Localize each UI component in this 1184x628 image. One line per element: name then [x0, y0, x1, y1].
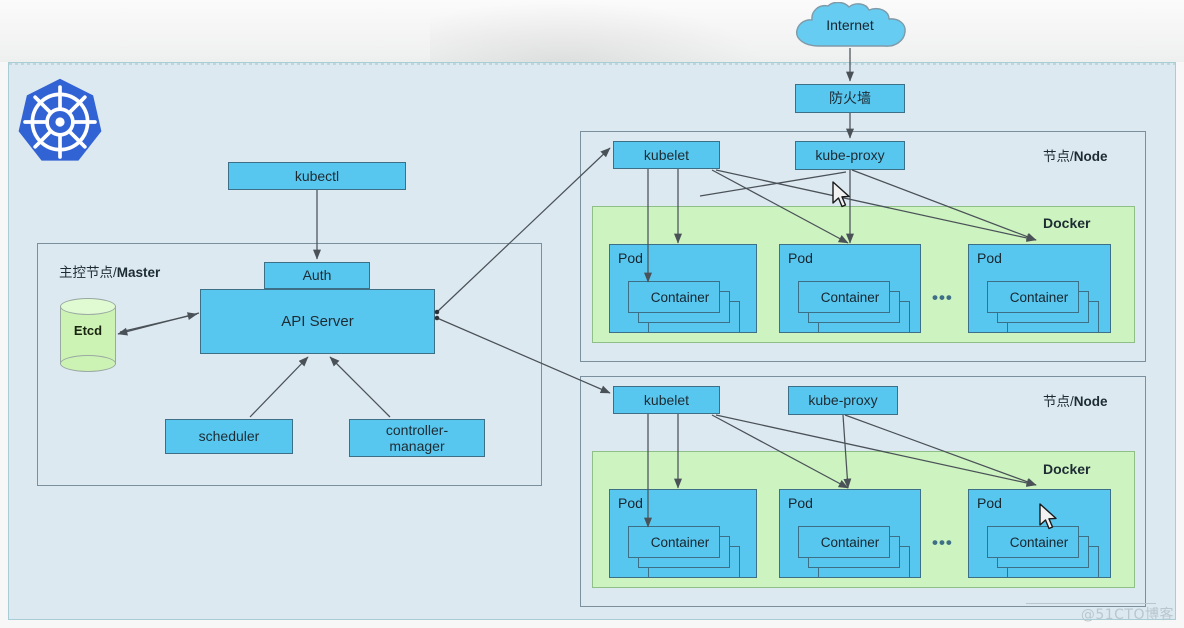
scheduler-label: scheduler — [198, 428, 260, 445]
node-1-kube-proxy-box: kube-proxy — [795, 141, 905, 170]
node-1-pod-2: Pod Container — [779, 244, 921, 333]
etcd-label: Etcd — [73, 323, 103, 338]
auth-label: Auth — [302, 267, 332, 284]
node-1-pod-3: Pod Container — [968, 244, 1111, 333]
etcd-cylinder: Etcd — [60, 298, 116, 372]
node-1-pod-2-container-label: Container — [820, 289, 880, 305]
panel-top-dashed-line — [9, 63, 1175, 65]
node-1-pod-2-container-stack: Container — [798, 281, 910, 333]
node-2-frame-label: 节点/Node — [1043, 390, 1108, 410]
node-2-pod-2-container-stack: Container — [798, 526, 910, 578]
node-1-pod-3-container-stack: Container — [987, 281, 1099, 333]
controller-manager-label-line1: controller- — [385, 421, 449, 438]
scheduler-box: scheduler — [165, 419, 293, 454]
node-2-kube-proxy-box: kube-proxy — [788, 386, 898, 415]
node-2-pod-1-container-label: Container — [650, 534, 710, 550]
node-1-pod-3-container-label: Container — [1009, 289, 1069, 305]
node-2-label-cn: 节点 — [1043, 394, 1070, 409]
node-1-pod-2-container-front: Container — [798, 281, 890, 313]
node-1-pod-1-container-label: Container — [650, 289, 710, 305]
node-2-kube-proxy-label: kube-proxy — [808, 392, 878, 409]
node-1-pod-2-label: Pod — [788, 250, 813, 266]
node-2-kubelet-box: kubelet — [613, 386, 720, 414]
internet-label: Internet — [826, 17, 874, 33]
firewall-label: 防火墙 — [829, 90, 871, 107]
node-1-pod-3-label: Pod — [977, 250, 1002, 266]
node-2-pod-2-label: Pod — [788, 495, 813, 511]
node-1-label-en: Node — [1073, 149, 1108, 164]
watermark-text: @51CTO博客 — [1080, 607, 1174, 623]
node-1-frame-label: 节点/Node — [1043, 145, 1108, 165]
node-2-pod-3-container-label: Container — [1009, 534, 1069, 550]
api-server-label: API Server — [281, 312, 354, 330]
kubectl-label: kubectl — [294, 167, 340, 184]
controller-manager-label-line2: manager — [389, 438, 445, 454]
mouse-cursor-2 — [1039, 503, 1057, 530]
node-1-pod-1-container-stack: Container — [628, 281, 740, 333]
node-2-pod-3-label: Pod — [977, 495, 1002, 511]
node-2-pods-ellipsis: ••• — [932, 533, 953, 552]
top-strip-smudge — [430, 0, 760, 62]
node-2-pod-1-container-front: Container — [628, 526, 720, 558]
node-2-kubelet-label: kubelet — [643, 391, 690, 408]
internet-cloud: Internet — [789, 2, 911, 50]
node-1-kubelet-box: kubelet — [613, 141, 720, 169]
api-server-box: API Server — [200, 289, 435, 354]
node-1-pod-1-container-front: Container — [628, 281, 720, 313]
firewall-box: 防火墙 — [795, 84, 905, 113]
node-1-pod-1-label: Pod — [618, 250, 643, 266]
kubernetes-helm-icon — [18, 78, 102, 161]
node-2-pod-3-container-front: Container — [987, 526, 1079, 558]
node-2-docker-label: Docker — [1043, 461, 1091, 477]
etcd-bottom-ellipse — [60, 355, 116, 372]
node-1-pods-ellipsis: ••• — [932, 288, 953, 307]
master-label-cn: 主控节点 — [59, 265, 113, 280]
auth-box: Auth — [264, 262, 370, 289]
node-1-kube-proxy-label: kube-proxy — [815, 147, 885, 164]
node-2-pod-2-container-front: Container — [798, 526, 890, 558]
node-1-pod-3-container-front: Container — [987, 281, 1079, 313]
master-frame-label: 主控节点/Master — [59, 261, 160, 281]
node-2-pod-1-container-stack: Container — [628, 526, 740, 578]
node-2-pod-2: Pod Container — [779, 489, 921, 578]
node-2-pod-1: Pod Container — [609, 489, 757, 578]
node-2-pod-3-container-stack: Container — [987, 526, 1099, 578]
node-1-label-cn: 节点 — [1043, 149, 1070, 164]
node-1-pod-1: Pod Container — [609, 244, 757, 333]
controller-manager-box: controller- manager — [349, 419, 485, 457]
kubernetes-logo — [14, 76, 106, 168]
node-2-pod-1-label: Pod — [618, 495, 643, 511]
node-2-pod-2-container-label: Container — [820, 534, 880, 550]
etcd-top-ellipse — [60, 298, 116, 315]
node-1-docker-label: Docker — [1043, 215, 1091, 231]
node-2-label-en: Node — [1073, 394, 1108, 409]
node-1-kubelet-label: kubelet — [643, 146, 690, 163]
kubectl-box: kubectl — [228, 162, 406, 190]
mouse-cursor-1 — [832, 181, 850, 208]
master-label-en: Master — [116, 265, 161, 280]
